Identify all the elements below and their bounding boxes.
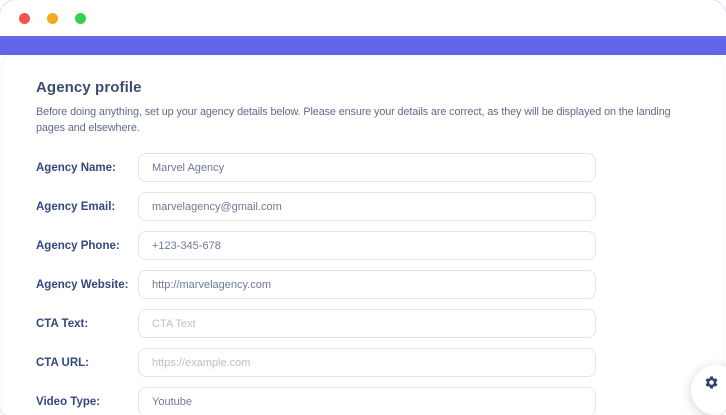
- agency-website-input[interactable]: [138, 270, 596, 299]
- app-navbar: [0, 36, 726, 55]
- video-type-label: Video Type:: [36, 396, 138, 408]
- form-row-agency-email: Agency Email:: [36, 192, 697, 221]
- agency-name-input[interactable]: [138, 153, 596, 182]
- form-row-cta-text: CTA Text:: [36, 309, 697, 338]
- form-row-agency-phone: Agency Phone:: [36, 231, 697, 260]
- form-row-agency-website: Agency Website:: [36, 270, 697, 299]
- agency-email-input[interactable]: [138, 192, 596, 221]
- page-description: Before doing anything, set up your agenc…: [36, 104, 697, 136]
- video-type-selected-value: Youtube: [152, 396, 192, 408]
- agency-profile-form: Agency Name: Agency Email: Agency Phone:…: [36, 153, 697, 414]
- cta-url-label: CTA URL:: [36, 357, 138, 369]
- form-row-cta-url: CTA URL:: [36, 348, 697, 377]
- cta-text-label: CTA Text:: [36, 318, 138, 330]
- agency-profile-card: Agency profile Before doing anything, se…: [3, 56, 723, 414]
- window-zoom-button[interactable]: [75, 13, 86, 24]
- cta-text-input[interactable]: [138, 309, 596, 338]
- form-row-video-type: Video Type: Youtube: [36, 387, 697, 414]
- window-titlebar: [0, 0, 726, 36]
- page-title: Agency profile: [36, 79, 697, 96]
- browser-window: Agency profile Before doing anything, se…: [0, 0, 726, 415]
- agency-phone-label: Agency Phone:: [36, 240, 138, 252]
- video-type-select[interactable]: Youtube: [138, 387, 596, 414]
- agency-website-label: Agency Website:: [36, 279, 138, 291]
- form-row-agency-name: Agency Name:: [36, 153, 697, 182]
- window-minimize-button[interactable]: [47, 13, 58, 24]
- agency-phone-input[interactable]: [138, 231, 596, 260]
- cta-url-input[interactable]: [138, 348, 596, 377]
- window-close-button[interactable]: [19, 13, 30, 24]
- agency-email-label: Agency Email:: [36, 201, 138, 213]
- agency-name-label: Agency Name:: [36, 162, 138, 174]
